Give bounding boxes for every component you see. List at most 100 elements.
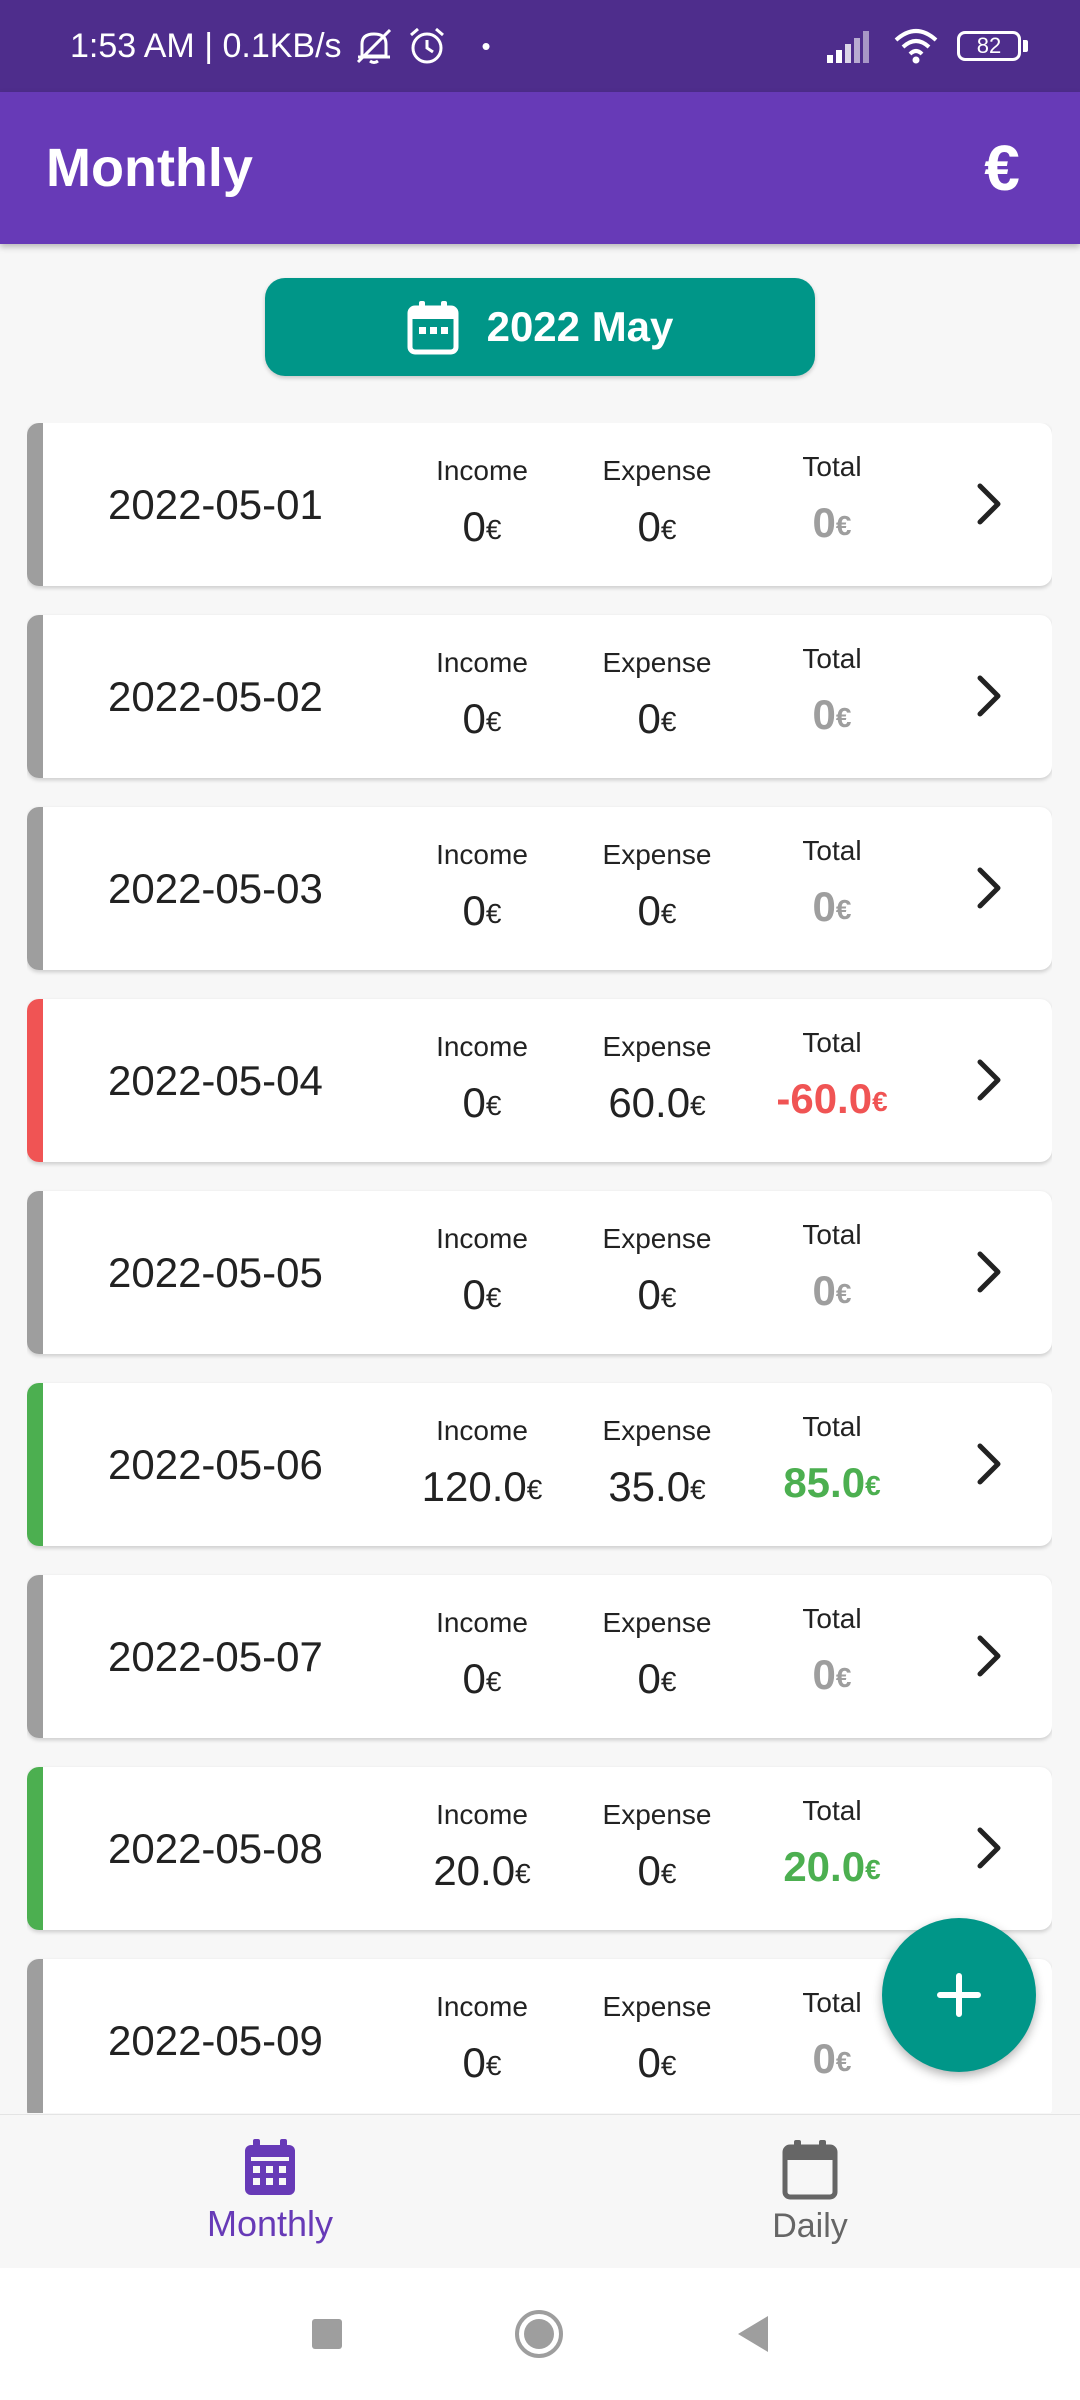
expense-amount: 0 (637, 1655, 661, 1702)
status-bar: 1:53 AM | 0.1KB/s • 82 (0, 0, 1080, 92)
income-column: Income 0€ (397, 1221, 567, 1319)
income-currency: € (485, 898, 502, 929)
income-amount: 0 (462, 1271, 486, 1318)
day-date: 2022-05-09 (108, 2016, 323, 2064)
total-column: Total 0€ (747, 451, 917, 547)
income-amount: 0 (462, 695, 486, 742)
income-column: Income 20.0€ (397, 1797, 567, 1895)
chevron-right-icon[interactable] (974, 1441, 1004, 1492)
plus-icon (936, 1972, 982, 2018)
total-value: 0€ (747, 1651, 917, 1699)
income-amount: 0 (462, 2039, 486, 2086)
total-value: 0€ (747, 691, 917, 739)
income-label: Income (436, 839, 528, 870)
total-amount: 20.0 (783, 1843, 866, 1890)
chevron-right-icon[interactable] (974, 1249, 1004, 1300)
expense-value: 60.0€ (572, 1079, 742, 1127)
add-entry-button[interactable] (882, 1918, 1036, 2072)
nav-monthly[interactable]: Monthly (0, 2115, 540, 2269)
status-time-speed: 1:53 AM | 0.1KB/s (70, 26, 342, 65)
expense-currency: € (660, 2050, 677, 2081)
day-row[interactable]: 2022-05-01 Income 0€ Expense 0€ Total 0€ (27, 423, 1052, 586)
expense-column: Expense 60.0€ (572, 1029, 742, 1127)
day-row[interactable]: 2022-05-03 Income 0€ Expense 0€ Total 0€ (27, 807, 1052, 970)
income-currency: € (485, 2050, 502, 2081)
status-right: 82 (827, 28, 1028, 64)
bottom-navigation: Monthly Daily (0, 2114, 1080, 2269)
recents-button[interactable] (310, 2317, 344, 2351)
total-currency: € (835, 510, 852, 541)
income-currency: € (485, 706, 502, 737)
expense-value: 0€ (572, 887, 742, 935)
currency-button[interactable]: € (970, 131, 1034, 205)
income-value: 0€ (397, 887, 567, 935)
signal-icon (827, 29, 875, 63)
status-indicator-bar (27, 1575, 43, 1738)
home-button[interactable] (514, 2309, 564, 2359)
day-date: 2022-05-07 (108, 1632, 323, 1680)
income-value: 0€ (397, 1655, 567, 1703)
total-column: Total 20.0€ (747, 1795, 917, 1891)
total-value: 85.0€ (747, 1459, 917, 1507)
expense-label: Expense (602, 647, 712, 678)
total-currency: € (835, 894, 852, 925)
chevron-right-icon[interactable] (974, 865, 1004, 916)
status-indicator-bar (27, 999, 43, 1162)
total-amount: 85.0 (783, 1459, 866, 1506)
total-column: Total 85.0€ (747, 1411, 917, 1507)
day-list[interactable]: 2022-05-01 Income 0€ Expense 0€ Total 0€… (27, 423, 1052, 2113)
chevron-right-icon[interactable] (974, 673, 1004, 724)
chevron-right-icon[interactable] (974, 1633, 1004, 1684)
expense-currency: € (660, 1666, 677, 1697)
day-row[interactable]: 2022-05-04 Income 0€ Expense 60.0€ Total… (27, 999, 1052, 1162)
chevron-right-icon[interactable] (974, 481, 1004, 532)
income-label: Income (436, 1607, 528, 1638)
income-value: 20.0€ (397, 1847, 567, 1895)
total-column: Total 0€ (747, 643, 917, 739)
total-label: Total (802, 643, 862, 674)
battery-icon: 82 (957, 31, 1028, 61)
alarm-icon (406, 25, 448, 67)
total-amount: 0 (812, 2035, 836, 2082)
system-navigation-bar (0, 2268, 1080, 2400)
total-column: Total 0€ (747, 835, 917, 931)
income-currency: € (485, 1090, 502, 1121)
total-label: Total (802, 1027, 862, 1058)
income-label: Income (436, 647, 528, 678)
status-indicator-bar (27, 1767, 43, 1930)
expense-column: Expense 0€ (572, 1605, 742, 1703)
total-amount: -60.0 (776, 1075, 873, 1122)
income-label: Income (436, 1991, 528, 2022)
income-column: Income 0€ (397, 645, 567, 743)
income-value: 0€ (397, 1079, 567, 1127)
back-button[interactable] (734, 2314, 770, 2354)
expense-amount: 0 (637, 503, 661, 550)
month-selector-button[interactable]: 2022 May (265, 278, 815, 376)
day-row[interactable]: 2022-05-02 Income 0€ Expense 0€ Total 0€ (27, 615, 1052, 778)
expense-label: Expense (602, 1607, 712, 1638)
total-currency: € (865, 1854, 881, 1885)
day-row[interactable]: 2022-05-08 Income 20.0€ Expense 0€ Total… (27, 1767, 1052, 1930)
expense-value: 0€ (572, 1271, 742, 1319)
income-value: 120.0€ (397, 1463, 567, 1511)
total-label: Total (802, 1411, 862, 1442)
chevron-right-icon[interactable] (974, 1825, 1004, 1876)
day-date: 2022-05-02 (108, 672, 323, 720)
app-bar: Monthly € (0, 92, 1080, 244)
expense-column: Expense 0€ (572, 645, 742, 743)
income-column: Income 0€ (397, 1989, 567, 2087)
nav-daily[interactable]: Daily (540, 2115, 1080, 2269)
day-row[interactable]: 2022-05-07 Income 0€ Expense 0€ Total 0€ (27, 1575, 1052, 1738)
total-value: 0€ (747, 2035, 917, 2083)
chevron-right-icon[interactable] (974, 1057, 1004, 1108)
status-left: 1:53 AM | 0.1KB/s • (70, 25, 491, 67)
income-column: Income 0€ (397, 453, 567, 551)
day-row[interactable]: 2022-05-06 Income 120.0€ Expense 35.0€ T… (27, 1383, 1052, 1546)
nav-daily-label: Daily (772, 2206, 848, 2245)
expense-value: 35.0€ (572, 1463, 742, 1511)
month-selector-label: 2022 May (486, 303, 674, 350)
expense-column: Expense 0€ (572, 1989, 742, 2087)
day-row[interactable]: 2022-05-05 Income 0€ Expense 0€ Total 0€ (27, 1191, 1052, 1354)
expense-currency: € (660, 1282, 677, 1313)
expense-amount: 0 (637, 1271, 661, 1318)
